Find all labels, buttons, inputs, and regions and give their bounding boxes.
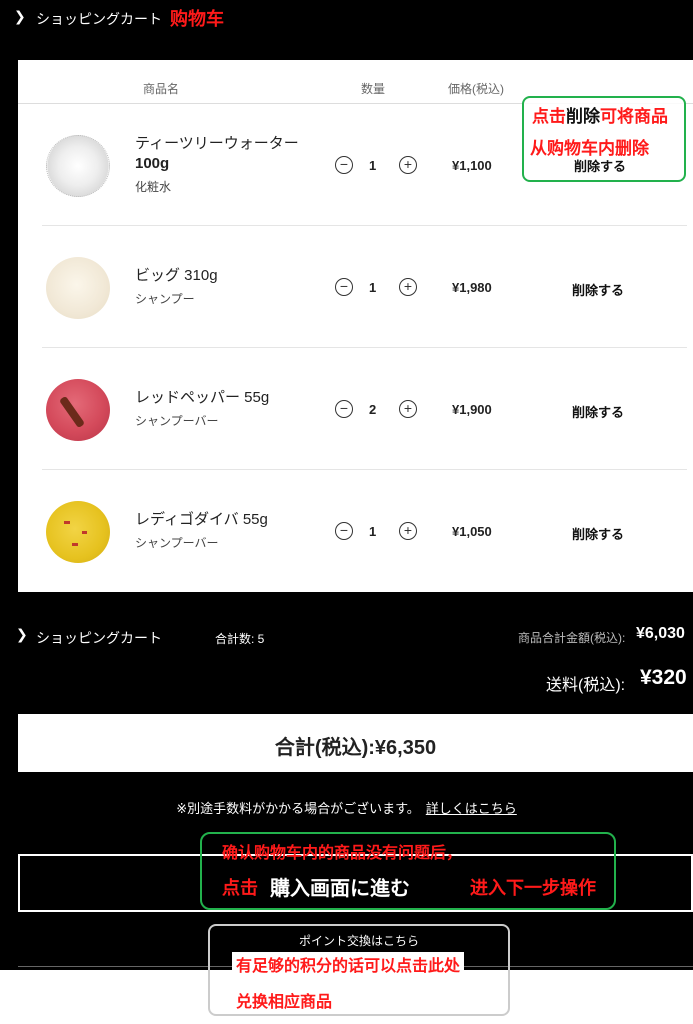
product-name[interactable]: レディゴダイバ 55g (135, 510, 310, 530)
product-category: 化粧水 (135, 180, 172, 194)
annotation-cart-label: 购物车 (170, 9, 224, 29)
top-bar: ❯ ショッピングカート 购物车 (0, 0, 693, 36)
annotation-delete-line1: 点击削除可将商品 (532, 102, 668, 127)
proceed-button-label[interactable]: 購入画面に進む (270, 872, 410, 901)
delete-button[interactable]: 削除する (572, 524, 624, 543)
quantity-decrease-button[interactable]: − (335, 156, 353, 174)
delete-button[interactable]: 削除する (572, 402, 624, 421)
delete-button[interactable]: 削除する (572, 280, 624, 299)
product-name-line1: ティーツリーウォーター (135, 135, 299, 152)
subtotal-value: ¥6,030 (636, 625, 685, 642)
annotation-text: 点击 (222, 878, 258, 898)
quantity-value: 2 (369, 402, 377, 417)
petal-decoration (82, 531, 87, 534)
product-price: ¥1,980 (452, 280, 492, 295)
quantity-value: 1 (369, 280, 377, 295)
total-amount: 合計(税込):¥6,350 (274, 737, 437, 759)
petal-decoration (64, 521, 70, 524)
annotation-purchase-hint: 确认购物车内的商品没有问题后， 点击 購入画面に進む 进入下一步操作 (200, 832, 616, 910)
product-name[interactable]: ビッグ 310g (135, 266, 310, 286)
product-name[interactable]: レッドペッパー 55g (135, 388, 310, 408)
pepper-decoration (58, 395, 86, 429)
quantity-increase-button[interactable]: + (399, 400, 417, 418)
subtotal-label: 商品合計金額(税込): (518, 631, 626, 645)
points-exchange-link[interactable]: ポイント交換はこちら (210, 932, 508, 949)
total-box: 合計(税込):¥6,350 (18, 714, 693, 772)
quantity-decrease-button[interactable]: − (335, 400, 353, 418)
quantity-value: 1 (369, 524, 377, 539)
quantity-decrease-button[interactable]: − (335, 522, 353, 540)
fee-note: ※別途手数料がかかる場合がございます。 詳しくはこちら (0, 798, 693, 817)
annotation-points-hint: ポイント交換はこちら 有足够的积分的话可以点击此处 兑换相应商品 (208, 924, 510, 1016)
cart-row: ビッグ 310g シャンプー − 1 + ¥1,980 削除する (42, 226, 687, 348)
chevron-right-icon: ❯ (16, 626, 28, 642)
annotation-text: 兑换相应商品 (236, 994, 333, 1011)
page-title: ショッピングカート (36, 11, 162, 27)
summary-title: ショッピングカート (36, 630, 162, 646)
annotation-text: 可将商品 (600, 107, 668, 126)
quantity-decrease-button[interactable]: − (335, 278, 353, 296)
cart-row: レッドペッパー 55g シャンプーバー − 2 + ¥1,900 削除する (42, 348, 687, 470)
chevron-right-icon: ❯ (14, 8, 26, 24)
annotation-text: 进入下一步操作 (470, 878, 596, 898)
shipping-value: ¥320 (640, 666, 687, 689)
annotation-delete-hint: 点击削除可将商品 从购物车内删除 削除する (522, 96, 686, 182)
product-category: シャンプーバー (135, 414, 219, 428)
delete-button[interactable]: 削除する (574, 156, 626, 175)
shipping-label: 送料(税込): (546, 677, 626, 694)
petal-decoration (72, 543, 78, 546)
product-image[interactable] (46, 257, 110, 319)
quantity-increase-button[interactable]: + (399, 522, 417, 540)
fee-note-text: ※別途手数料がかかる場合がございます。 (176, 801, 420, 816)
column-header-qty: 数量 (361, 82, 386, 96)
column-header-name: 商品名 (143, 82, 180, 96)
product-price: ¥1,100 (452, 158, 492, 173)
product-image[interactable] (46, 501, 110, 563)
quantity-increase-button[interactable]: + (399, 278, 417, 296)
product-image[interactable] (46, 379, 110, 441)
item-count: 合計数: 5 (215, 632, 265, 646)
annotation-text: 有足够的积分的话可以点击此处 (232, 952, 465, 976)
annotation-text: 确认购物车内的商品没有问题后， (222, 845, 463, 862)
product-name-line2: 100g (135, 155, 170, 172)
product-category: シャンプーバー (135, 536, 219, 550)
product-price: ¥1,050 (452, 524, 492, 539)
annotation-text: 点击 (532, 107, 566, 126)
annotation-text: 削除 (566, 107, 600, 126)
quantity-value: 1 (369, 158, 377, 173)
quantity-increase-button[interactable]: + (399, 156, 417, 174)
column-header-price: 価格(税込) (448, 82, 504, 96)
product-name[interactable]: ティーツリーウォーター 100g (135, 134, 310, 174)
product-price: ¥1,900 (452, 402, 492, 417)
product-image[interactable] (46, 135, 110, 197)
product-category: シャンプー (135, 292, 195, 306)
details-link[interactable]: 詳しくはこちら (426, 801, 517, 816)
cart-row: レディゴダイバ 55g シャンプーバー − 1 + ¥1,050 削除する (42, 470, 687, 592)
